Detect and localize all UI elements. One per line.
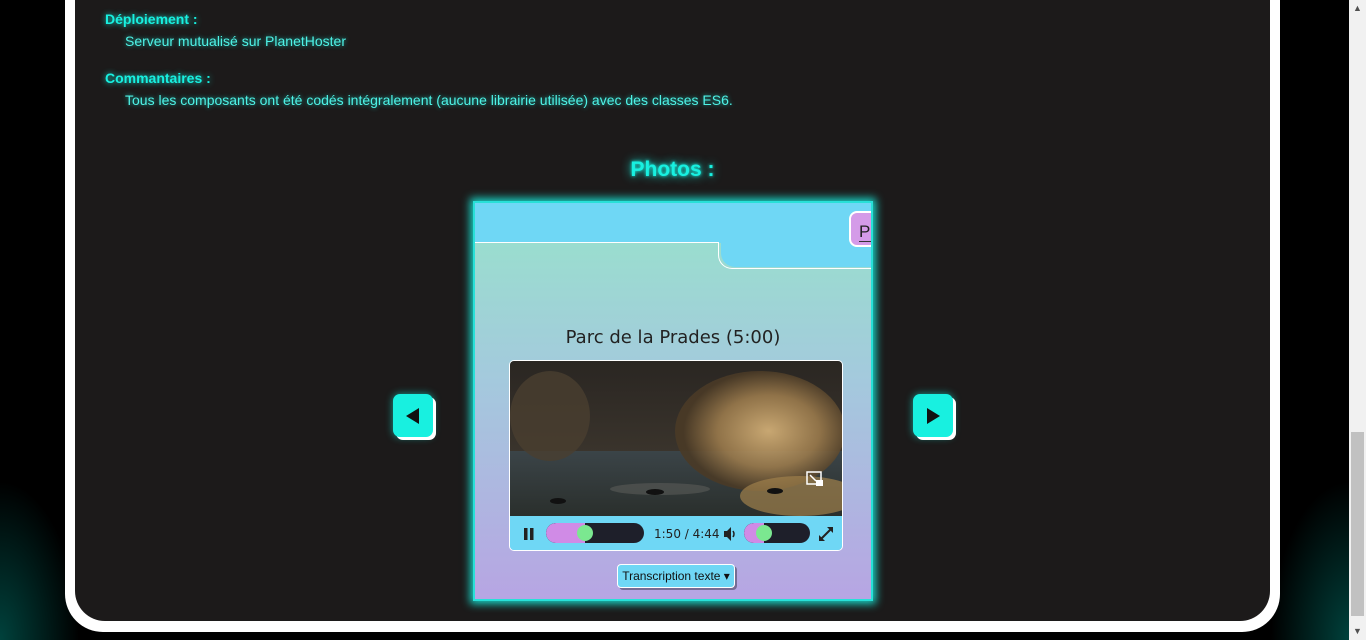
player-controls: 1:50 / 4:44 — [510, 516, 842, 550]
scroll-up-arrow-icon[interactable]: ▲ — [1349, 0, 1366, 17]
picture-in-picture-icon[interactable] — [806, 471, 824, 487]
triangle-left-icon — [406, 407, 419, 424]
volume-slider[interactable] — [744, 523, 810, 543]
progress-thumb[interactable] — [577, 525, 593, 541]
scroll-down-arrow-icon[interactable]: ▼ — [1349, 623, 1366, 640]
slide-tab-label: Po — [859, 222, 871, 242]
volume-icon[interactable] — [722, 526, 738, 542]
video-player: 1:50 / 4:44 — [509, 360, 843, 551]
video-frame[interactable] — [510, 361, 843, 516]
video-title: Parc de la Prades (5:00) — [565, 327, 781, 348]
scrollbar-thumb[interactable] — [1351, 432, 1364, 616]
deployment-value: Serveur mutualisé sur PlanetHoster — [125, 33, 346, 49]
header-divider — [475, 242, 719, 243]
photos-title: Photos : — [630, 158, 715, 181]
comments-value: Tous les composants ont été codés intégr… — [125, 92, 733, 108]
time-display: 1:50 / 4:44 — [654, 527, 720, 541]
volume-thumb[interactable] — [756, 525, 772, 541]
progress-slider[interactable] — [546, 523, 644, 543]
comments-label: Commantaires : — [105, 70, 211, 86]
triangle-right-icon — [927, 407, 940, 424]
fullscreen-icon[interactable] — [817, 525, 835, 543]
slide-tab-chip[interactable]: Po — [849, 211, 871, 247]
transcript-toggle-button[interactable]: Transcription texte ▾ — [617, 564, 735, 588]
previous-photo-button[interactable] — [393, 394, 433, 437]
header-divider-curve — [718, 242, 871, 269]
next-photo-button[interactable] — [913, 394, 953, 437]
photo-slide: Po Parc de la Prades (5:00) — [473, 201, 873, 601]
pause-icon[interactable] — [523, 527, 535, 541]
deployment-label: Déploiement : — [105, 11, 198, 27]
project-panel: Déploiement : Serveur mutualisé sur Plan… — [75, 0, 1270, 621]
background-glow-right — [1270, 480, 1350, 640]
page-scrollbar[interactable]: ▲ ▼ — [1349, 0, 1366, 640]
